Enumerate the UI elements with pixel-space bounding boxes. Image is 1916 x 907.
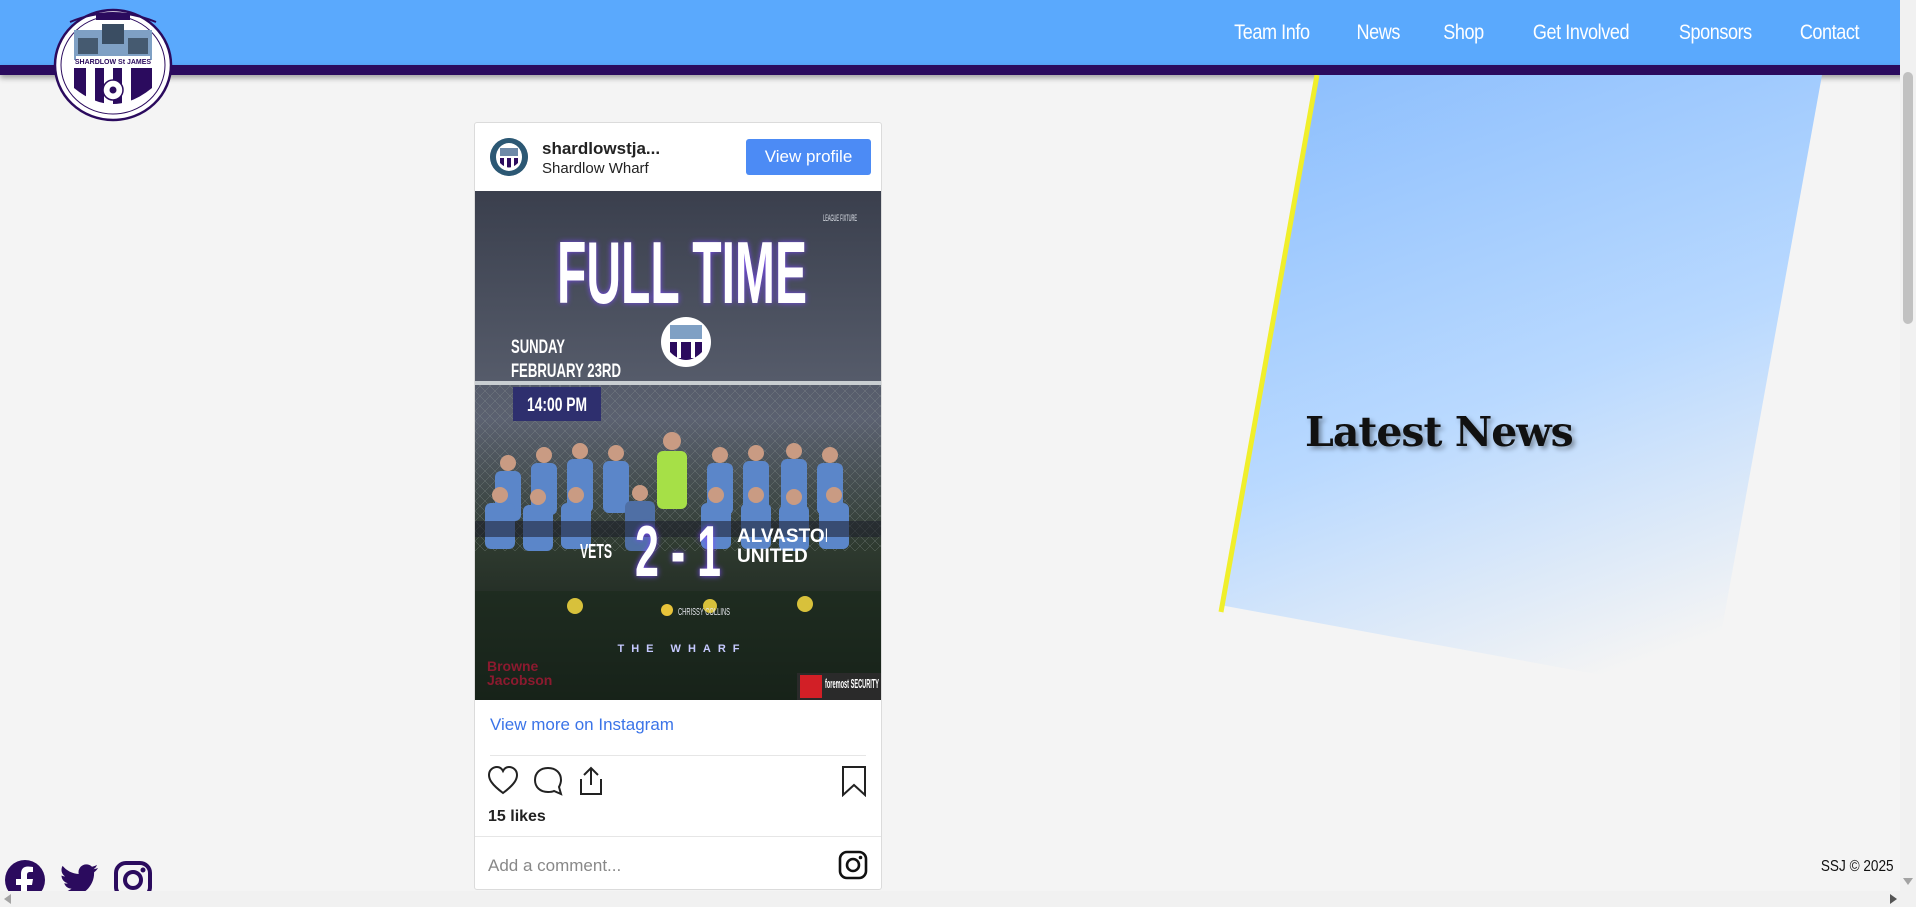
nav-news[interactable]: News: [1356, 21, 1400, 45]
post-actions: [475, 763, 881, 803]
post-headline: FULL TIME: [557, 223, 807, 322]
post-away-team: ALVASTON UNITED: [737, 527, 827, 567]
bookmark-icon[interactable]: [839, 765, 869, 798]
nav-get-involved[interactable]: Get Involved: [1532, 21, 1629, 45]
instagram-location[interactable]: Shardlow Wharf: [542, 160, 649, 177]
header-stripe: [0, 65, 1916, 75]
comment-bubble-icon[interactable]: [532, 765, 564, 797]
divider: [475, 836, 881, 837]
instagram-post-image[interactable]: FULL TIME FULL TIME LEAGUE FIXTURE SUNDA…: [475, 191, 881, 700]
crest-text: SHARDLOW St JAMES: [75, 59, 152, 66]
view-more-instagram-link[interactable]: View more on Instagram: [490, 715, 674, 735]
add-comment-input[interactable]: Add a comment...: [488, 856, 621, 876]
post-crest-icon: [661, 317, 711, 367]
club-crest-icon[interactable]: SHARDLOW St JAMES: [52, 8, 174, 122]
profile-avatar[interactable]: [490, 138, 528, 176]
post-home-team: VETS: [580, 541, 612, 563]
nav-contact[interactable]: Contact: [1800, 21, 1860, 45]
nav-sponsors[interactable]: Sponsors: [1679, 21, 1752, 45]
latest-news-heading: Latest News: [1305, 408, 1574, 456]
post-score: 2 - 1: [635, 512, 721, 592]
post-venue: THE WHARF: [618, 643, 747, 655]
scroll-right-arrow-icon[interactable]: [1890, 894, 1897, 904]
news-panel-background: [1218, 75, 1822, 695]
share-icon[interactable]: [575, 765, 607, 797]
nav-shop[interactable]: Shop: [1444, 21, 1485, 45]
post-player-of-match: CHRISSY COLLINS: [678, 607, 730, 618]
post-tag: LEAGUE FIXTURE: [823, 213, 857, 223]
scroll-left-arrow-icon[interactable]: [4, 894, 11, 904]
main-nav: Team Info News Shop Get Involved Sponsor…: [1228, 0, 1864, 65]
instagram-username[interactable]: shardlowstja...: [542, 139, 660, 159]
likes-count: 15 likes: [488, 808, 546, 825]
instagram-embed: shardlowstja... Shardlow Wharf View prof…: [474, 122, 882, 890]
post-time: 14:00 PM: [527, 395, 587, 416]
post-date: FEBRUARY 23RD: [511, 361, 621, 382]
post-day: SUNDAY: [511, 337, 565, 358]
sponsor-left-logo: Browne Jacobson: [487, 659, 553, 688]
nav-team-info[interactable]: Team Info: [1234, 21, 1310, 45]
divider: [490, 755, 866, 756]
scroll-down-arrow-icon[interactable]: [1903, 878, 1913, 885]
vertical-scrollbar[interactable]: [1900, 0, 1916, 891]
scrollbar-thumb[interactable]: [1903, 72, 1913, 324]
instagram-logo-icon[interactable]: [838, 850, 868, 880]
like-heart-icon[interactable]: [487, 765, 519, 797]
copyright-text: SSJ © 2025: [1821, 858, 1894, 875]
horizontal-scrollbar[interactable]: [0, 891, 1916, 907]
instagram-header: shardlowstja... Shardlow Wharf View prof…: [475, 123, 881, 191]
sponsor-right-logo: foremost SECURITY: [825, 676, 879, 691]
view-profile-button[interactable]: View profile: [746, 139, 871, 175]
